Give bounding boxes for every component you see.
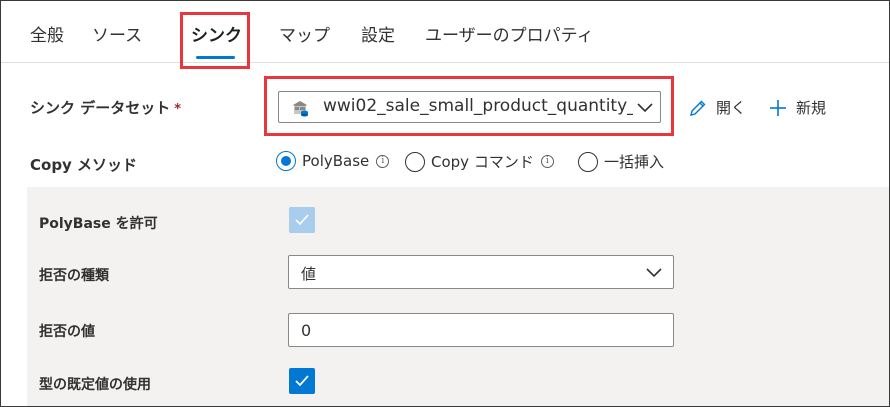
tab-sink[interactable]: シンク (191, 21, 242, 46)
tab-source[interactable]: ソース (92, 21, 142, 46)
tab-bar: 全般 ソース シンク マップ 設定 ユーザーのプロパティ (1, 1, 889, 63)
copy-method-copy-command-label: Copy コマンド (431, 153, 534, 171)
allow-polybase-checkbox[interactable] (289, 207, 315, 233)
copy-method-label: Copy メソッド (30, 156, 138, 174)
reject-value-label: 拒否の値 (39, 324, 95, 340)
radio-button[interactable] (276, 151, 296, 171)
tab-user-properties[interactable]: ユーザーのプロパティ (425, 21, 594, 46)
reject-type-value: 値 (301, 265, 317, 283)
sink-dataset-value: wwi02_sale_small_product_quantity_foreca… (323, 96, 633, 116)
copy-method-polybase-label: PolyBase (302, 152, 370, 170)
checkmark-icon (295, 375, 309, 387)
radio-button[interactable] (578, 151, 598, 172)
tab-mapping[interactable]: マップ (279, 21, 330, 46)
sink-dataset-label: シンク データセット * (30, 97, 181, 118)
new-dataset-button[interactable]: 新規 (768, 97, 826, 118)
info-icon[interactable]: i (376, 154, 390, 168)
open-dataset-button[interactable]: 開く (688, 97, 746, 118)
pencil-icon (690, 100, 706, 116)
sink-dataset-label-text: シンク データセット (30, 99, 171, 117)
sink-dataset-dropdown[interactable]: wwi02_sale_small_product_quantity_foreca… (278, 91, 661, 123)
copy-method-bulk-insert[interactable]: 一括挿入 (578, 151, 664, 172)
allow-polybase-label: PolyBase を許可 (39, 216, 158, 232)
copy-activity-sink-pane: 全般 ソース シンク マップ 設定 ユーザーのプロパティ シンク データセット *… (0, 0, 890, 407)
reject-type-label: 拒否の種類 (39, 268, 109, 284)
required-mark: * (174, 102, 182, 117)
info-icon[interactable]: i (540, 155, 554, 168)
copy-method-polybase[interactable]: PolyBase i (276, 151, 390, 171)
radio-button[interactable] (405, 151, 425, 172)
chevron-down-icon (646, 268, 662, 278)
new-dataset-label: 新規 (796, 99, 827, 117)
reject-value-input[interactable] (288, 313, 674, 347)
dataset-table-icon (293, 101, 308, 117)
tab-settings[interactable]: 設定 (361, 21, 395, 46)
use-type-default-label: 型の既定値の使用 (39, 377, 151, 393)
tab-general[interactable]: 全般 (30, 21, 64, 46)
open-dataset-label: 開く (716, 99, 747, 117)
use-type-default-checkbox[interactable] (289, 368, 315, 394)
copy-method-copy-command[interactable]: Copy コマンド i (405, 151, 554, 172)
copy-method-bulk-insert-label: 一括挿入 (604, 153, 665, 171)
reject-type-dropdown[interactable]: 値 (288, 255, 674, 289)
plus-icon (770, 99, 786, 116)
checkmark-icon (295, 214, 309, 226)
chevron-down-icon (637, 103, 653, 113)
active-tab-indicator (196, 56, 235, 59)
